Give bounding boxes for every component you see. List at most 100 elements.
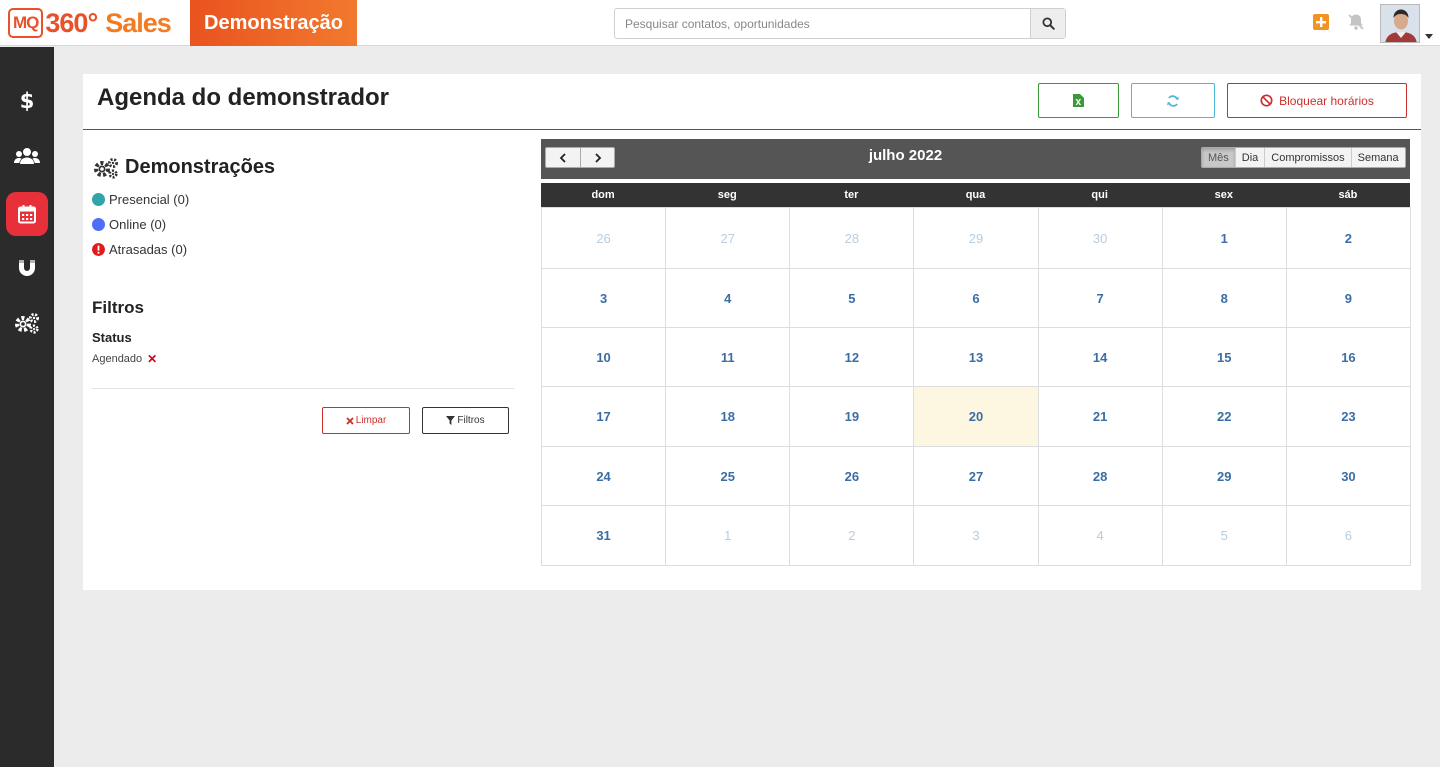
sidebar-item-calendar[interactable] [6,192,48,236]
day-cell[interactable]: 4 [1038,506,1163,566]
day-cell[interactable]: 11 [666,328,791,387]
filters-divider [92,388,514,389]
day-cell[interactable]: 2 [790,506,915,566]
view-appointments-button[interactable]: Compromissos [1264,148,1350,167]
status-label: Status [92,330,132,345]
day-cell[interactable]: 22 [1162,387,1287,447]
notifications-button[interactable] [1345,12,1367,32]
day-cell[interactable]: 3 [914,506,1039,566]
day-cell[interactable]: 1 [1162,208,1287,269]
day-cell[interactable]: 7 [1038,269,1163,328]
logo-360: 360° [45,7,98,38]
day-cell[interactable]: 29 [1162,447,1287,506]
day-cell[interactable]: 30 [1286,447,1411,506]
day-cell[interactable]: 5 [790,269,915,328]
view-week-button[interactable]: Semana [1350,148,1405,167]
day-cell[interactable]: 2 [1286,208,1411,269]
legend-label: Presencial (0) [109,192,190,207]
day-cell[interactable]: 18 [666,387,791,447]
logo-sales: Sales [105,7,172,38]
page-title: Agenda do demonstrador [97,84,390,111]
calendar-icon [18,205,36,224]
top-bar: MQ 360° Sales Demonstração [0,0,1440,46]
day-cell[interactable]: 3 [542,269,667,328]
clear-filters-button[interactable]: Limpar [322,407,410,434]
day-cell[interactable]: 26 [790,447,915,506]
apply-filters-button[interactable]: Filtros [422,407,509,434]
logo-mq: MQ [8,8,44,38]
sidebar-item-sales[interactable]: $ [6,79,48,123]
day-cell-today[interactable]: 20 [914,387,1039,447]
ban-icon [1260,94,1273,107]
day-cell[interactable]: 6 [1286,506,1411,566]
legend-label: Online (0) [109,217,167,232]
users-icon [14,148,40,164]
blue-dot-icon [92,218,105,231]
month-grid: 26 27 28 29 30 1 2 3 4 5 6 7 8 9 10 11 1… [541,207,1411,566]
legend-online: Online (0) [92,217,166,232]
day-cell[interactable]: 16 [1286,328,1411,387]
day-cell[interactable]: 14 [1038,328,1163,387]
refresh-button[interactable] [1131,83,1215,118]
day-cell[interactable]: 30 [1038,208,1163,269]
excel-icon [1073,94,1084,107]
weekday-label: seg [717,189,737,201]
day-cell[interactable]: 15 [1162,328,1287,387]
title-divider [83,129,1421,130]
times-icon [346,416,354,425]
day-cell[interactable]: 27 [666,208,791,269]
day-cell[interactable]: 24 [542,447,667,506]
user-menu-caret[interactable] [1425,34,1433,39]
alert-icon [92,243,105,256]
bell-off-icon [1348,14,1364,30]
view-switcher: Mês Dia Compromissos Semana [1201,147,1406,168]
weekday-label: qua [965,189,986,201]
day-cell[interactable]: 31 [542,506,667,566]
day-cell[interactable]: 26 [542,208,667,269]
day-cell[interactable]: 5 [1162,506,1287,566]
sidebar-item-settings[interactable] [6,301,48,345]
day-cell[interactable]: 9 [1286,269,1411,328]
day-cell[interactable]: 13 [914,328,1039,387]
day-cell[interactable]: 28 [790,208,915,269]
status-value: Agendado [92,353,143,365]
app-logo[interactable]: MQ 360° Sales [8,6,172,40]
day-cell[interactable]: 10 [542,328,667,387]
calendar-title: julho 2022 [868,147,943,164]
view-month-button[interactable]: Mês [1202,148,1235,167]
day-cell[interactable]: 19 [790,387,915,447]
legend-atrasadas: Atrasadas (0) [92,242,187,257]
day-cell[interactable]: 23 [1286,387,1411,447]
day-cell[interactable]: 6 [914,269,1039,328]
avatar-image [1381,5,1419,42]
day-cell[interactable]: 29 [914,208,1039,269]
add-button[interactable] [1313,14,1329,30]
user-avatar[interactable] [1380,4,1420,43]
day-cell[interactable]: 27 [914,447,1039,506]
apply-filters-label: Filtros [457,415,485,426]
day-cell[interactable]: 8 [1162,269,1287,328]
day-cell[interactable]: 17 [542,387,667,447]
day-cell[interactable]: 12 [790,328,915,387]
search-button[interactable] [1030,9,1065,38]
view-day-button[interactable]: Dia [1234,148,1265,167]
day-cell[interactable]: 28 [1038,447,1163,506]
day-cell[interactable]: 21 [1038,387,1163,447]
day-cell[interactable]: 4 [666,269,791,328]
legend-label: Atrasadas (0) [109,242,188,257]
search-icon [1041,17,1055,30]
block-hours-label: Bloquear horários [1279,93,1374,108]
remove-status-icon[interactable]: ✕ [147,352,157,366]
calendar-toolbar: julho 2022 Mês Dia Compromissos Semana [541,139,1410,179]
block-hours-button[interactable]: Bloquear horários [1227,83,1407,118]
day-cell[interactable]: 1 [666,506,791,566]
demonstrations-heading: Demonstrações [92,156,275,179]
sidebar: $ [0,47,54,767]
export-excel-button[interactable] [1038,83,1119,118]
day-cell[interactable]: 25 [666,447,791,506]
weekday-header: dom seg ter qua qui sex sáb [541,183,1410,207]
search-input[interactable] [615,9,1030,38]
filter-icon [446,416,456,425]
sidebar-item-contacts[interactable] [6,134,48,178]
sidebar-item-magnet[interactable] [6,246,48,290]
